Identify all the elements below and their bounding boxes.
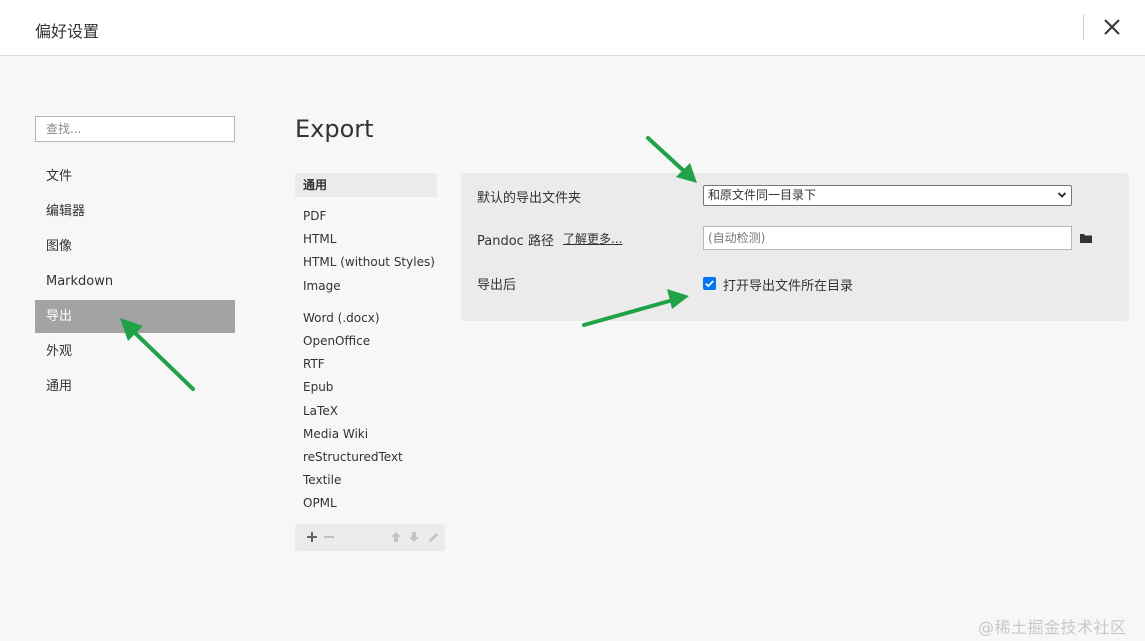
arrow-up-icon [391, 532, 401, 542]
sidebar-item-editor[interactable]: 编辑器 [35, 195, 235, 228]
open-folder-checkbox-label[interactable]: 打开导出文件所在目录 [723, 275, 853, 294]
watermark: @稀土掘金技术社区 [978, 618, 1127, 637]
plus-icon [307, 532, 317, 542]
learn-more-link[interactable]: 了解更多... [563, 230, 622, 247]
pandoc-path-label: Pandoc 路径 [477, 234, 554, 249]
move-up-button[interactable] [389, 529, 403, 545]
format-item-textile[interactable]: Textile [295, 469, 445, 492]
search-input[interactable] [35, 116, 235, 142]
after-export-label: 导出后 [477, 278, 517, 293]
format-item-openoffice[interactable]: OpenOffice [295, 330, 445, 353]
export-settings-panel: 默认的导出文件夹 和原文件同一目录下 Pandoc 路径 了解更多... 导出后… [461, 173, 1129, 321]
title-divider [1083, 14, 1084, 40]
sidebar-item-markdown[interactable]: Markdown [35, 265, 235, 298]
export-format-list: 通用 PDF HTML HTML (without Styles) Image … [295, 173, 445, 515]
browse-folder-button[interactable] [1079, 232, 1093, 244]
format-item-opml[interactable]: OPML [295, 492, 445, 515]
chevron-down-icon [1057, 192, 1067, 198]
edit-format-button[interactable] [426, 529, 440, 545]
pencil-icon [429, 533, 438, 542]
format-item-restructuredtext[interactable]: reStructuredText [295, 446, 445, 469]
format-item-epub[interactable]: Epub [295, 376, 445, 399]
export-folder-label: 默认的导出文件夹 [477, 191, 582, 206]
move-down-button[interactable] [407, 529, 421, 545]
close-button[interactable] [1100, 14, 1124, 40]
sidebar-item-general[interactable]: 通用 [35, 370, 235, 403]
format-item-general[interactable]: 通用 [295, 173, 437, 197]
open-folder-checkbox[interactable] [703, 277, 716, 290]
sidebar-nav: 文件 编辑器 图像 Markdown 导出 外观 通用 [35, 160, 235, 405]
export-folder-selected: 和原文件同一目录下 [708, 188, 817, 202]
folder-icon [1080, 234, 1092, 243]
page-title: Export [295, 115, 374, 143]
format-item-html[interactable]: HTML [295, 228, 445, 251]
format-item-mediawiki[interactable]: Media Wiki [295, 423, 445, 446]
checkmark-icon [705, 280, 714, 288]
pandoc-path-input[interactable] [703, 226, 1072, 250]
format-item-word[interactable]: Word (.docx) [295, 307, 445, 330]
close-icon [1104, 19, 1120, 35]
remove-format-button[interactable] [322, 529, 336, 545]
export-folder-select[interactable]: 和原文件同一目录下 [703, 185, 1072, 206]
format-list-toolbar [295, 524, 445, 551]
format-item-rtf[interactable]: RTF [295, 353, 445, 376]
sidebar-item-export[interactable]: 导出 [35, 300, 235, 333]
sidebar-item-appearance[interactable]: 外观 [35, 335, 235, 368]
format-item-html-no-styles[interactable]: HTML (without Styles) [295, 251, 445, 274]
sidebar-item-file[interactable]: 文件 [35, 160, 235, 193]
format-item-image[interactable]: Image [295, 275, 445, 298]
window-title: 偏好设置 [35, 22, 100, 41]
title-bar: 偏好设置 [0, 0, 1145, 56]
format-item-pdf[interactable]: PDF [295, 205, 445, 228]
sidebar-item-image[interactable]: 图像 [35, 230, 235, 263]
format-item-latex[interactable]: LaTeX [295, 400, 445, 423]
add-format-button[interactable] [305, 529, 319, 545]
arrow-down-icon [409, 532, 419, 542]
minus-icon [324, 536, 334, 538]
